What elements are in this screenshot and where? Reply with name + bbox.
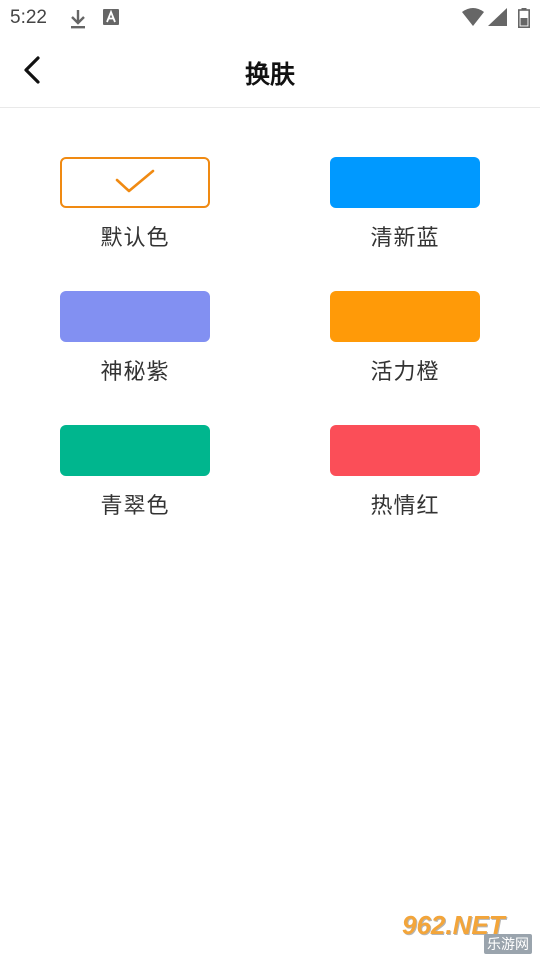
font-a-icon [102, 8, 120, 30]
watermark-logo: 962.NET 乐游网 [402, 910, 534, 954]
theme-swatch[interactable] [60, 425, 210, 476]
watermark-site-name: 乐游网 [484, 934, 532, 954]
theme-option-orange[interactable]: 活力橙 [330, 291, 480, 386]
theme-option-default[interactable]: 默认色 [60, 157, 210, 252]
theme-label: 神秘紫 [100, 360, 170, 385]
theme-swatch[interactable] [330, 425, 480, 476]
theme-label: 清新蓝 [370, 226, 440, 251]
battery-icon [518, 8, 530, 32]
download-icon [68, 8, 88, 34]
theme-swatch[interactable] [60, 291, 210, 342]
wifi-icon [462, 8, 484, 30]
theme-label: 青翠色 [100, 494, 170, 519]
theme-swatch[interactable] [330, 157, 480, 208]
app-header: 换肤 [0, 36, 540, 108]
theme-label: 热情红 [370, 494, 440, 519]
signal-icon [488, 8, 508, 30]
check-icon [115, 169, 155, 199]
theme-label: 活力橙 [370, 360, 440, 385]
theme-swatch[interactable] [330, 291, 480, 342]
page-title: 换肤 [244, 60, 295, 89]
theme-option-purple[interactable]: 神秘紫 [60, 291, 210, 386]
theme-option-green[interactable]: 青翠色 [60, 425, 210, 520]
theme-swatch[interactable] [60, 157, 210, 208]
status-bar: 5:22 [0, 0, 540, 36]
status-time: 5:22 [10, 7, 47, 28]
theme-option-blue[interactable]: 清新蓝 [330, 157, 480, 252]
theme-label: 默认色 [100, 226, 170, 251]
theme-option-red[interactable]: 热情红 [330, 425, 480, 520]
